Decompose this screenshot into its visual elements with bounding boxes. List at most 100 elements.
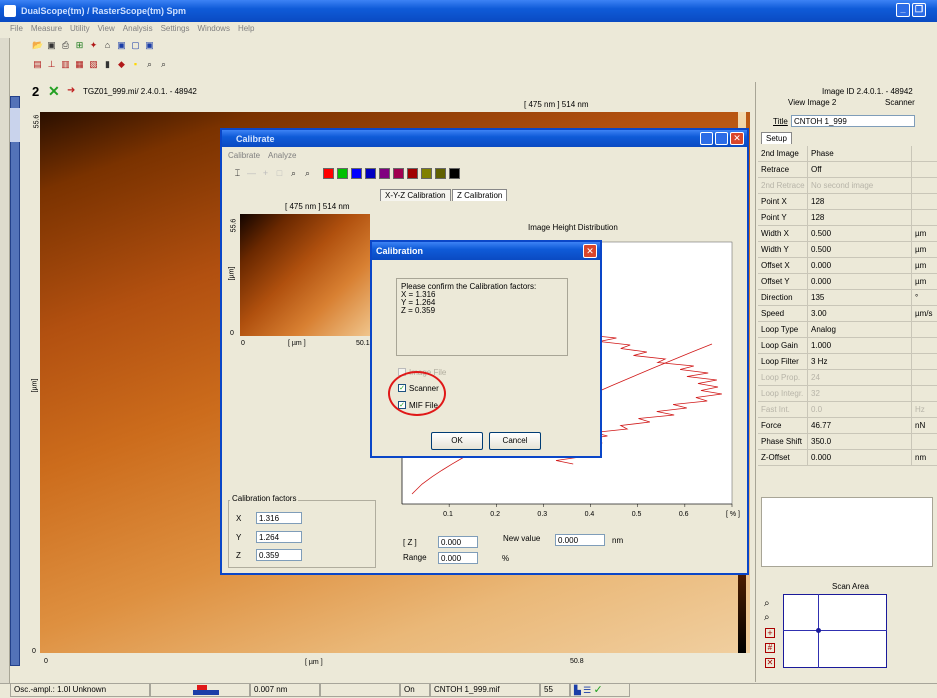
calibrate-icon[interactable]: ▧ xyxy=(88,59,99,70)
calibrate-close-button[interactable]: ✕ xyxy=(730,132,744,145)
param-value[interactable]: 32 xyxy=(808,386,912,401)
param-value[interactable]: 135 xyxy=(808,290,912,305)
param-value[interactable]: 0.000 xyxy=(808,450,912,465)
menu-windows[interactable]: Windows xyxy=(197,24,229,34)
scan-zoom-in-icon[interactable]: ⌕ xyxy=(764,598,770,609)
param-value[interactable]: 3.00 xyxy=(808,306,912,321)
spot-icon[interactable]: ◆ xyxy=(116,59,127,70)
param-value[interactable]: 0.000 xyxy=(808,274,912,289)
arrow-icon[interactable]: ➜ xyxy=(67,85,75,96)
factor-x-field[interactable]: 1.316 xyxy=(256,512,302,524)
cross-icon[interactable]: + xyxy=(260,168,271,179)
param-value[interactable]: 3 Hz xyxy=(808,354,912,369)
param-unit: µm xyxy=(915,277,927,286)
color-swatch-3[interactable] xyxy=(365,167,376,179)
zoom-in-icon[interactable]: ⌕ xyxy=(144,59,155,70)
profile-icon[interactable]: ▮ xyxy=(102,59,113,70)
setup-tab[interactable]: Setup xyxy=(761,132,792,144)
color-swatch-6[interactable] xyxy=(407,167,418,179)
ok-button[interactable]: OK xyxy=(431,432,483,450)
param-value[interactable]: 0.0 xyxy=(808,402,912,417)
cancel-button[interactable]: Cancel xyxy=(489,432,541,450)
color-swatch-1[interactable] xyxy=(337,167,348,179)
settings-icon[interactable]: ✦ xyxy=(88,40,99,51)
calibrate-menu-analyze[interactable]: Analyze xyxy=(268,151,296,160)
cal-zoom-out-icon[interactable]: ⌕ xyxy=(302,168,313,179)
color-swatch-7[interactable] xyxy=(421,167,432,179)
menu-measure[interactable]: Measure xyxy=(31,24,62,34)
param-key: 2nd Image xyxy=(758,146,808,161)
color-swatch-9[interactable] xyxy=(449,167,460,179)
x-tick-label: 0.5 xyxy=(632,511,642,518)
filter-icon[interactable]: ▦ xyxy=(74,59,85,70)
tab-xyz-calibration[interactable]: X-Y-Z Calibration xyxy=(380,189,451,201)
line-icon[interactable]: — xyxy=(246,168,257,179)
menu-file[interactable]: File xyxy=(10,24,23,34)
param-value[interactable]: Phase xyxy=(808,146,912,161)
minimize-button[interactable]: _ xyxy=(896,3,910,17)
color-swatch-0[interactable] xyxy=(323,167,334,179)
scan-add-icon[interactable]: + xyxy=(765,628,775,638)
window-3-icon[interactable]: ▣ xyxy=(144,40,155,51)
calibrate-menu-calibrate[interactable]: Calibrate xyxy=(228,151,260,160)
tab-z-calibration[interactable]: Z Calibration xyxy=(452,189,508,201)
factor-z-field[interactable]: 0.359 xyxy=(256,549,302,561)
calibrate-minimize-button[interactable] xyxy=(700,132,713,145)
param-value[interactable]: 0.000 xyxy=(808,258,912,273)
scan-icon[interactable]: ⊞ xyxy=(74,40,85,51)
range-field[interactable]: 0.000 xyxy=(438,552,478,564)
param-value[interactable]: 46.77 xyxy=(808,418,912,433)
calibrate-maximize-button[interactable] xyxy=(715,132,728,145)
menu-settings[interactable]: Settings xyxy=(161,24,190,34)
color-swatch-2[interactable] xyxy=(351,167,362,179)
rect-icon[interactable]: □ xyxy=(274,168,285,179)
histogram-icon[interactable]: ▥ xyxy=(60,59,71,70)
window-2-icon[interactable]: ▢ xyxy=(130,40,141,51)
param-value[interactable]: No second image xyxy=(808,178,912,193)
menu-view[interactable]: View xyxy=(98,24,115,34)
print-icon[interactable]: ⎙ xyxy=(60,40,71,51)
menu-help[interactable]: Help xyxy=(238,24,254,34)
home-icon[interactable]: ⌂ xyxy=(102,40,113,51)
left-scale-thumb[interactable] xyxy=(10,108,20,142)
view-image-tab[interactable]: View Image 2 xyxy=(788,98,836,107)
menu-utility[interactable]: Utility xyxy=(70,24,90,34)
scan-grid-icon[interactable]: # xyxy=(765,643,775,653)
param-value[interactable]: Off xyxy=(808,162,912,177)
open-icon[interactable]: 📂 xyxy=(32,40,43,51)
color-swatch-4[interactable] xyxy=(379,167,390,179)
cal-zoom-in-icon[interactable]: ⌕ xyxy=(288,168,299,179)
param-value[interactable]: 0.500 xyxy=(808,226,912,241)
analyze-icon[interactable]: ⊥ xyxy=(46,59,57,70)
save-icon[interactable]: ▣ xyxy=(46,40,57,51)
color-swatch-8[interactable] xyxy=(435,167,446,179)
color-swatch-5[interactable] xyxy=(393,167,404,179)
window-1-icon[interactable]: ▣ xyxy=(116,40,127,51)
scan-area-box[interactable] xyxy=(783,594,887,668)
scan-area-center[interactable] xyxy=(816,628,821,633)
param-unit xyxy=(912,338,937,353)
param-value[interactable]: 0.500 xyxy=(808,242,912,257)
zoom-out-icon[interactable]: ⌕ xyxy=(158,59,169,70)
scan-zoom-out-icon[interactable]: ⌕ xyxy=(764,612,770,623)
param-value[interactable]: Analog xyxy=(808,322,912,337)
param-value[interactable]: 128 xyxy=(808,194,912,209)
param-value[interactable]: 24 xyxy=(808,370,912,385)
z-field[interactable]: 0.000 xyxy=(438,536,478,548)
new-value-field[interactable]: 0.000 xyxy=(555,534,605,546)
param-value[interactable]: 350.0 xyxy=(808,434,912,449)
status-osc: Osc.-ampl.: 1.0I Unknown xyxy=(10,683,150,697)
menu-analysis[interactable]: Analysis xyxy=(123,24,153,34)
restore-button[interactable]: ❐ xyxy=(912,3,926,17)
factor-y-field[interactable]: 1.264 xyxy=(256,531,302,543)
thumbnail-image[interactable] xyxy=(240,214,370,336)
chart-icon[interactable]: ▤ xyxy=(32,59,43,70)
dialog-close-button[interactable]: ✕ xyxy=(583,244,597,258)
title-field[interactable]: CNTOH 1_999 xyxy=(791,115,915,127)
scan-reset-icon[interactable]: ✕ xyxy=(765,658,775,668)
close-image-icon[interactable]: ✕ xyxy=(48,83,60,100)
scanner-tab[interactable]: Scanner xyxy=(885,98,915,107)
cursor-icon[interactable]: ⌶ xyxy=(232,168,243,179)
param-value[interactable]: 1.000 xyxy=(808,338,912,353)
param-value[interactable]: 128 xyxy=(808,210,912,225)
